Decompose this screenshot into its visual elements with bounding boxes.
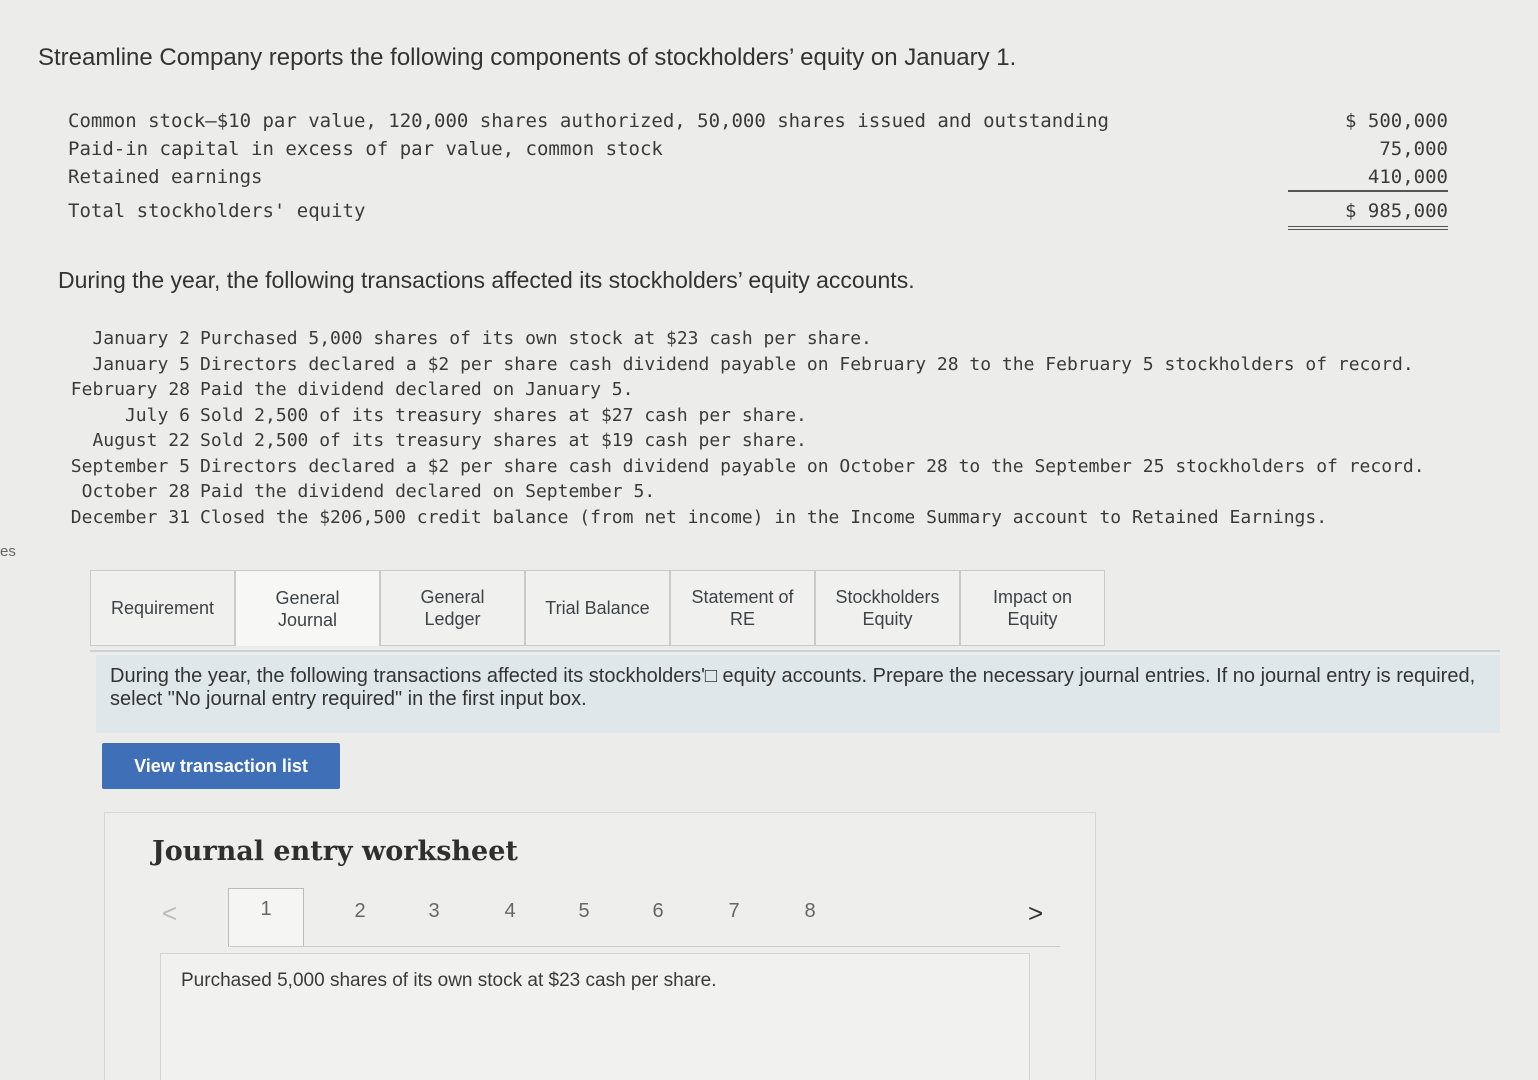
tab-stockholders-equity[interactable]: Stockholders Equity (815, 570, 960, 646)
page-6-button[interactable]: 6 (638, 900, 678, 923)
side-edge-text: es (0, 543, 16, 560)
tab-requirement[interactable]: Requirement (90, 570, 235, 646)
transaction-row: January 5 Directors declared a $2 per sha… (64, 354, 1484, 380)
chevron-left-icon[interactable]: < (162, 898, 177, 929)
transactions-heading: During the year, the following transacti… (58, 267, 915, 293)
transaction-row: February 28 Paid the dividend declared on… (64, 379, 1484, 405)
equity-row-common-stock: Common stock–$10 par value, 120,000 shar… (68, 110, 1468, 138)
equity-row-retained-earnings: Retained earnings 410,000 (68, 166, 1468, 194)
tab-label: RE (729, 609, 755, 629)
equity-table: Common stock–$10 par value, 120,000 shar… (68, 110, 1468, 230)
transaction-date: February 28 (70, 379, 190, 400)
page-8-button[interactable]: 8 (790, 900, 830, 923)
page-7-button[interactable]: 7 (714, 900, 754, 923)
transaction-text: Directors declared a $2 per share cash d… (200, 353, 1414, 375)
tab-label: Equity (1007, 609, 1058, 629)
equity-label: Paid-in capital in excess of par value, … (68, 138, 663, 160)
view-transaction-list-button[interactable]: View transaction list (102, 743, 340, 789)
transaction-list: January 2 Purchased 5,000 shares of its o… (64, 328, 1484, 532)
transaction-row: January 2 Purchased 5,000 shares of its o… (64, 328, 1484, 354)
tab-label: Ledger (424, 609, 481, 629)
chevron-right-icon[interactable]: > (1028, 898, 1043, 929)
transaction-row: October 28 Paid the dividend declared on … (64, 481, 1484, 507)
tab-statement-of-re[interactable]: Statement of RE (670, 570, 815, 646)
page-2-button[interactable]: 2 (340, 900, 380, 923)
equity-row-paid-in-capital: Paid-in capital in excess of par value, … (68, 138, 1468, 166)
tab-label: Equity (862, 609, 913, 629)
equity-label: Retained earnings (68, 166, 263, 188)
worksheet-title: Journal entry worksheet (152, 836, 518, 867)
equity-row-total: Total stockholders' equity $ 985,000 (68, 200, 1468, 230)
transaction-text: Paid the dividend declared on September … (200, 481, 656, 502)
transaction-row: August 22 Sold 2,500 of its treasury shar… (64, 430, 1484, 456)
transaction-row: July 6 Sold 2,500 of its treasury shares … (64, 405, 1484, 431)
tab-label: Statement of (691, 587, 794, 607)
transaction-text: Paid the dividend declared on January 5. (200, 379, 634, 400)
instruction-box: During the year, the following transacti… (96, 655, 1500, 733)
transaction-text: Purchased 5,000 shares of its own stock … (200, 328, 872, 349)
equity-label: Total stockholders' equity (68, 200, 366, 222)
page-5-button[interactable]: 5 (564, 900, 604, 923)
transaction-row: September 5 Directors declared a $2 per s… (64, 456, 1484, 482)
equity-label: Common stock–$10 par value, 120,000 shar… (68, 110, 1109, 132)
page-1-button[interactable]: 1 (228, 888, 304, 947)
tab-general-ledger[interactable]: General Ledger (380, 570, 525, 646)
transaction-date: December 31 (70, 506, 190, 528)
transaction-date: October 28 (81, 481, 190, 502)
transaction-text: Sold 2,500 of its treasury shares at $27… (200, 404, 807, 426)
pager-divider (230, 946, 1060, 947)
equity-amount: $ 985,000 (1288, 200, 1448, 230)
equity-amount: 75,000 (1379, 138, 1448, 160)
tab-label: Trial Balance (545, 598, 650, 618)
current-transaction-description: Purchased 5,000 shares of its own stock … (160, 953, 1030, 1080)
problem-intro: Streamline Company reports the following… (38, 44, 1017, 71)
tab-label: Impact on (992, 587, 1073, 607)
tab-impact-on-equity[interactable]: Impact on Equity (960, 570, 1105, 646)
equity-amount: $ 500,000 (1345, 110, 1448, 132)
transaction-date: January 2 (92, 328, 190, 349)
tab-divider (90, 650, 1500, 652)
tab-label: General (420, 587, 485, 607)
transaction-row: December 31 Closed the $206,500 credit ba… (64, 507, 1484, 533)
transaction-date: August 22 (92, 430, 190, 451)
tab-general-journal[interactable]: General Journal (235, 570, 380, 646)
page-3-button[interactable]: 3 (414, 900, 454, 923)
equity-amount: 410,000 (1288, 166, 1448, 192)
transaction-text: Directors declared a $2 per share cash d… (200, 455, 1425, 477)
transaction-text: Closed the $206,500 credit balance (from… (200, 506, 1328, 528)
transaction-text: Sold 2,500 of its treasury shares at $19… (200, 430, 807, 451)
tab-label: Stockholders (835, 587, 940, 607)
transaction-date: July 6 (124, 404, 190, 426)
requirement-tabs: Requirement General Journal General Ledger… (90, 570, 1105, 646)
tab-trial-balance[interactable]: Trial Balance (525, 570, 670, 646)
tab-label: Requirement (110, 598, 215, 618)
transaction-date: January 5 (92, 353, 190, 375)
tab-label: General (275, 587, 340, 608)
tab-label: Journal (277, 609, 338, 630)
page-4-button[interactable]: 4 (490, 900, 530, 923)
transaction-date: September 5 (70, 455, 190, 477)
worksheet-pager: < 1 2 3 4 5 6 7 8 > (160, 888, 1060, 948)
